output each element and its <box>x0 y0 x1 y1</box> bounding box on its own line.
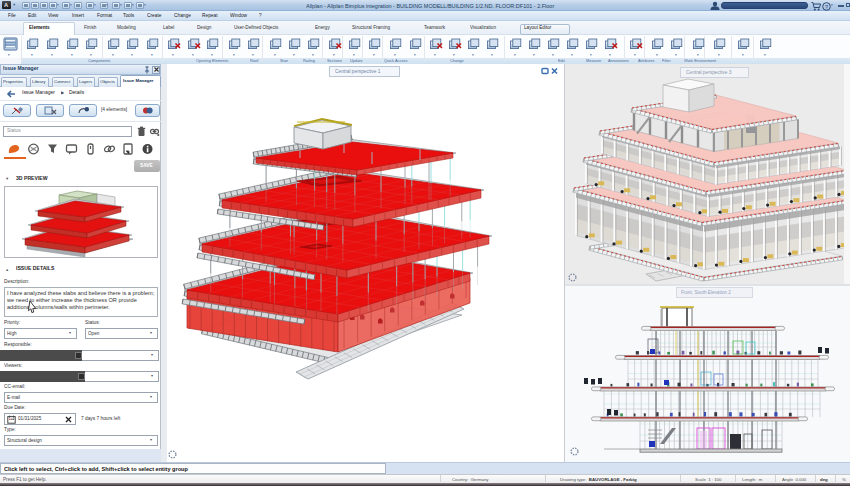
svg-text:?: ? <box>825 3 829 9</box>
